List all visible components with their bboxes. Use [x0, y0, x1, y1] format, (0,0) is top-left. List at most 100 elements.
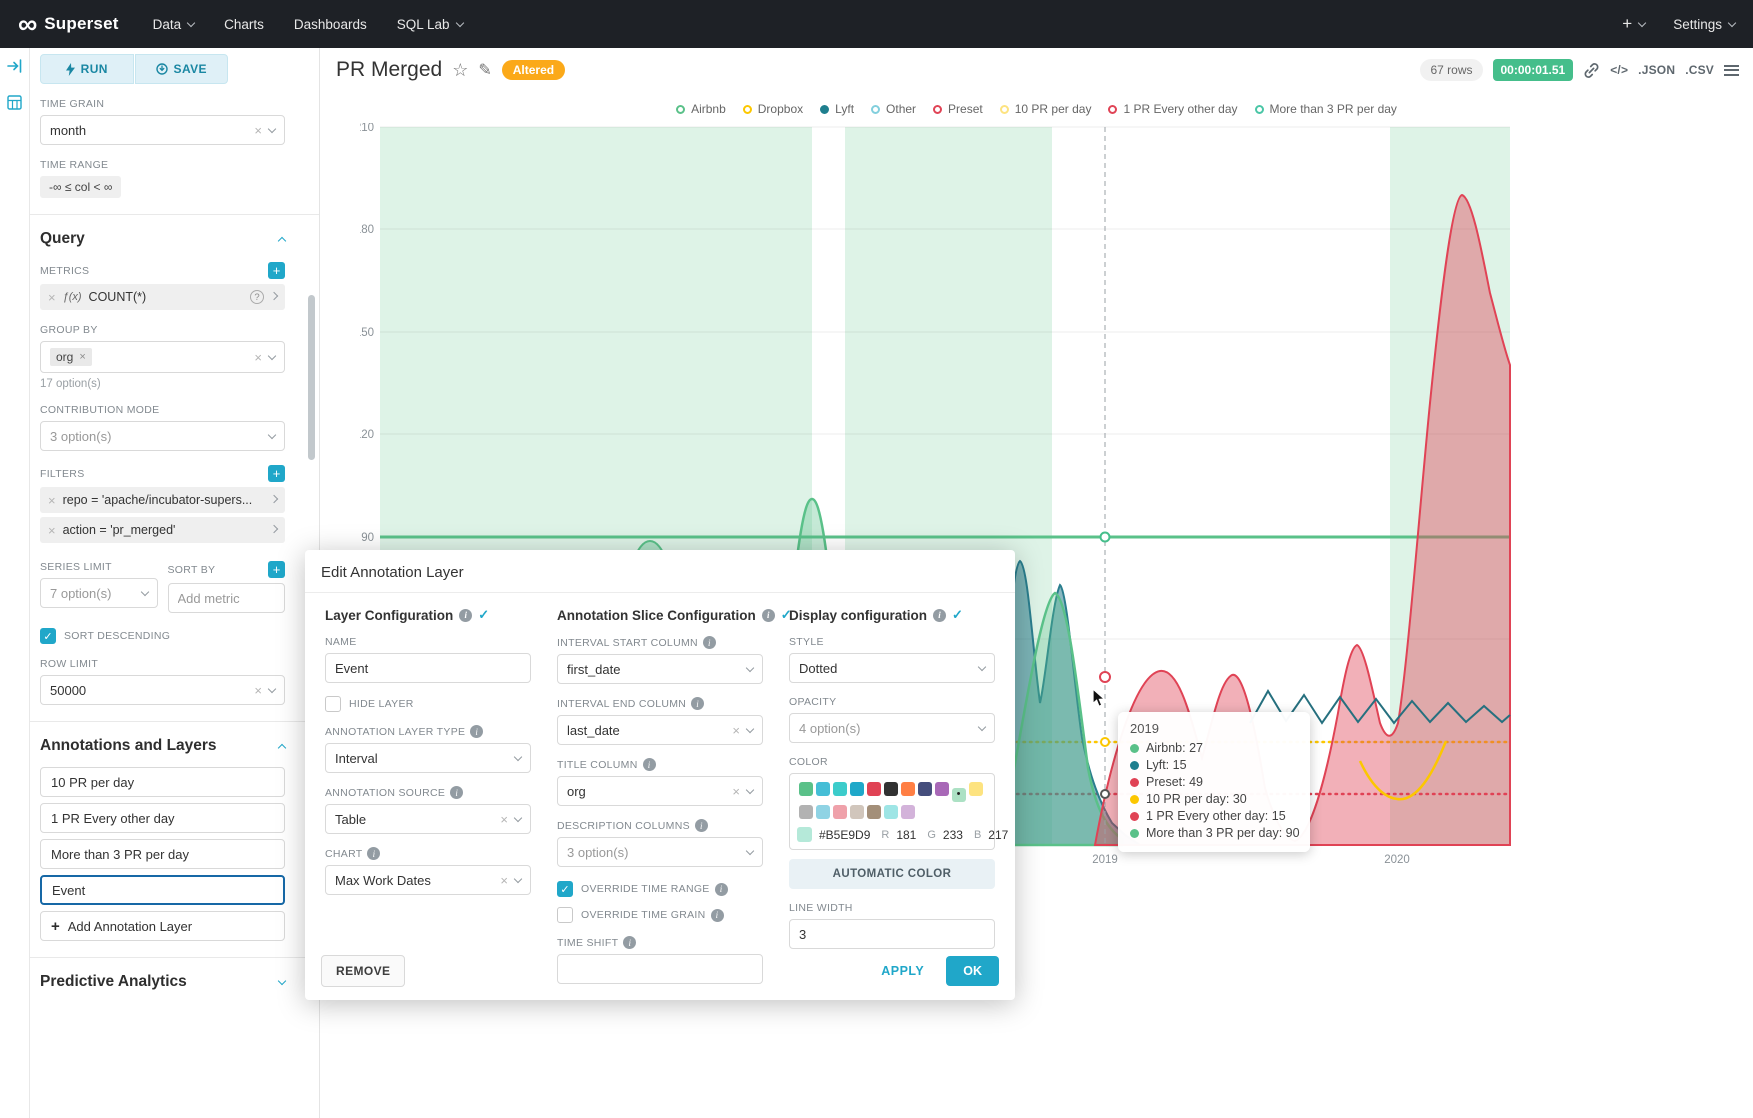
override-time-range-checkbox[interactable]: ✓ — [557, 881, 573, 897]
color-swatch[interactable] — [816, 782, 830, 796]
info-icon[interactable]: i — [470, 725, 483, 738]
info-icon[interactable]: i — [715, 883, 728, 896]
legend-item[interactable]: Preset — [933, 102, 983, 116]
name-input[interactable] — [325, 653, 531, 683]
rgb-b-value[interactable]: 217 — [988, 828, 1008, 842]
info-icon[interactable]: i — [643, 758, 656, 771]
row-limit-select[interactable]: 50000 × — [40, 675, 285, 705]
clear-icon[interactable]: × — [254, 351, 262, 364]
superset-logo[interactable]: ∞ Superset — [18, 11, 119, 38]
description-columns-select[interactable]: 3 option(s) — [557, 837, 763, 867]
color-swatch[interactable] — [833, 805, 847, 819]
chart-select[interactable]: Max Work Dates × — [325, 865, 531, 895]
chart-menu-icon[interactable] — [1724, 65, 1739, 76]
clear-icon[interactable]: × — [500, 874, 508, 887]
run-button[interactable]: RUN — [40, 54, 134, 84]
series-limit-select[interactable]: 7 option(s) — [40, 578, 158, 608]
embed-code-icon[interactable]: </> — [1610, 63, 1628, 77]
remove-chip-icon[interactable]: × — [79, 352, 85, 363]
interval-start-column-select[interactable]: first_date — [557, 654, 763, 684]
info-icon[interactable]: i — [703, 636, 716, 649]
add-metric-button[interactable]: + — [268, 262, 285, 279]
navbar-menu-item[interactable]: SQL Lab — [397, 17, 463, 32]
info-icon[interactable]: i — [459, 609, 472, 622]
navbar-menu-item[interactable]: Data — [153, 17, 195, 32]
info-icon[interactable]: i — [933, 609, 946, 622]
color-swatch[interactable] — [952, 788, 966, 802]
settings-menu[interactable]: Settings — [1673, 17, 1735, 32]
ok-button[interactable]: OK — [946, 956, 999, 986]
info-icon[interactable]: i — [367, 847, 380, 860]
filter-chip[interactable]: × repo = 'apache/incubator-supers... — [40, 487, 285, 513]
line-width-input[interactable] — [789, 919, 995, 949]
annotation-source-select[interactable]: Table × — [325, 804, 531, 834]
info-icon[interactable]: i — [691, 697, 704, 710]
clear-icon[interactable]: × — [254, 124, 262, 137]
rgb-r-value[interactable]: 181 — [896, 828, 916, 842]
remove-button[interactable]: REMOVE — [321, 955, 405, 987]
color-swatch[interactable] — [850, 782, 864, 796]
annotation-layer-item[interactable]: Event — [40, 875, 285, 905]
clear-icon[interactable]: × — [254, 684, 262, 697]
contribution-mode-select[interactable]: 3 option(s) — [40, 421, 285, 451]
rgb-g-value[interactable]: 233 — [943, 828, 963, 842]
clear-icon[interactable]: × — [500, 813, 508, 826]
remove-filter-icon[interactable]: × — [48, 494, 56, 507]
add-sort-metric-button[interactable]: + — [268, 561, 285, 578]
color-swatch[interactable] — [901, 782, 915, 796]
title-column-select[interactable]: org × — [557, 776, 763, 806]
share-link-icon[interactable] — [1583, 62, 1600, 79]
color-swatch[interactable] — [935, 782, 949, 796]
time-grain-select[interactable]: month × — [40, 115, 285, 145]
annotations-section-header[interactable]: Annotations and Layers — [40, 737, 285, 755]
info-icon[interactable]: i — [450, 786, 463, 799]
legend-item[interactable]: Dropbox — [743, 102, 803, 116]
opacity-select[interactable]: 4 option(s) — [789, 713, 995, 743]
color-swatch[interactable] — [816, 805, 830, 819]
clear-icon[interactable]: × — [732, 724, 740, 737]
sort-descending-checkbox[interactable]: ✓ — [40, 628, 56, 644]
navbar-menu-item[interactable]: Dashboards — [294, 17, 367, 32]
favorite-star-icon[interactable]: ☆ — [452, 60, 468, 81]
group-by-chip[interactable]: org × — [50, 348, 92, 366]
info-icon[interactable]: i — [623, 936, 636, 949]
help-icon[interactable]: ? — [250, 290, 264, 304]
export-csv-button[interactable]: .CSV — [1685, 63, 1714, 77]
query-section-header[interactable]: Query — [40, 230, 285, 248]
color-swatch[interactable] — [867, 805, 881, 819]
color-swatch[interactable] — [799, 782, 813, 796]
info-icon[interactable]: i — [695, 819, 708, 832]
panel-scrollbar[interactable] — [308, 295, 315, 460]
add-annotation-layer-button[interactable]: + Add Annotation Layer — [40, 911, 285, 941]
predictive-analytics-section-header[interactable]: Predictive Analytics — [40, 973, 285, 991]
group-by-select[interactable]: org × × — [40, 341, 285, 373]
color-swatch[interactable] — [969, 782, 983, 796]
navbar-menu-item[interactable]: Charts — [224, 17, 264, 32]
color-swatch[interactable] — [918, 782, 932, 796]
clear-icon[interactable]: × — [732, 785, 740, 798]
interval-end-column-select[interactable]: last_date × — [557, 715, 763, 745]
remove-filter-icon[interactable]: × — [48, 524, 56, 537]
new-item-button[interactable]: + — [1622, 14, 1645, 34]
annotation-layer-item[interactable]: More than 3 PR per day — [40, 839, 285, 869]
edit-title-icon[interactable]: ✎ — [478, 60, 491, 80]
annotation-layer-item[interactable]: 1 PR Every other day — [40, 803, 285, 833]
automatic-color-button[interactable]: AUTOMATIC COLOR — [789, 859, 995, 889]
metric-chip[interactable]: × ƒ(x) COUNT(*) ? — [40, 284, 285, 310]
altered-badge[interactable]: Altered — [502, 60, 565, 80]
export-json-button[interactable]: .JSON — [1638, 63, 1675, 77]
save-query-button[interactable]: SAVE — [135, 54, 229, 84]
color-swatch[interactable] — [850, 805, 864, 819]
remove-metric-icon[interactable]: × — [48, 291, 56, 304]
legend-item[interactable]: More than 3 PR per day — [1255, 102, 1397, 116]
legend-item[interactable]: 10 PR per day — [1000, 102, 1092, 116]
legend-item[interactable]: Lyft — [820, 102, 854, 116]
color-swatch[interactable] — [799, 805, 813, 819]
override-time-grain-checkbox[interactable] — [557, 907, 573, 923]
filter-chip[interactable]: × action = 'pr_merged' — [40, 517, 285, 543]
dataset-grid-icon[interactable] — [7, 95, 22, 115]
color-swatch[interactable] — [884, 782, 898, 796]
annotation-layer-type-select[interactable]: Interval — [325, 743, 531, 773]
sort-by-select[interactable]: Add metric — [168, 583, 286, 613]
apply-button[interactable]: APPLY — [875, 963, 930, 979]
